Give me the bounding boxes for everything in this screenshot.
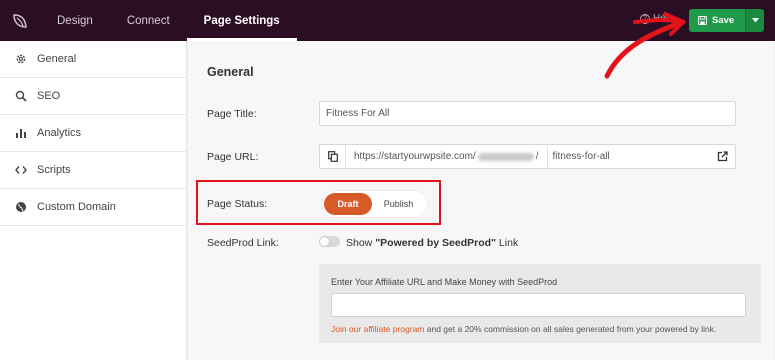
save-label: Save bbox=[712, 15, 735, 26]
open-url-button[interactable] bbox=[717, 151, 735, 162]
powered-by-bold: "Powered by SeedProd" bbox=[375, 237, 497, 249]
copy-url-button[interactable] bbox=[320, 145, 346, 168]
page-title-input[interactable]: Fitness For All bbox=[319, 101, 736, 126]
page-url-base: https://startyourwpsite.com/ bbox=[354, 151, 476, 162]
page-url-slug-input[interactable]: fitness-for-all bbox=[548, 151, 718, 162]
powered-by-toggle-switch[interactable] bbox=[319, 236, 340, 247]
sidebar-item-custom-domain[interactable]: Custom Domain bbox=[0, 189, 186, 226]
sidebar-item-label: Custom Domain bbox=[37, 201, 116, 213]
affiliate-note-text: and get a 20% commission on all sales ge… bbox=[424, 324, 717, 334]
save-button[interactable]: Save bbox=[689, 9, 746, 32]
sidebar-item-label: General bbox=[37, 53, 77, 65]
seedprod-link-label: SeedProd Link: bbox=[207, 237, 279, 249]
page-title-label: Page Title: bbox=[207, 108, 257, 120]
page-url-label: Page URL: bbox=[207, 151, 259, 163]
sidebar-item-general[interactable]: General bbox=[0, 41, 186, 78]
bar-chart-icon bbox=[16, 129, 26, 138]
annotation-arrow bbox=[604, 12, 686, 79]
powered-by-prefix: Show bbox=[346, 237, 376, 249]
sidebar-item-analytics[interactable]: Analytics bbox=[0, 115, 186, 152]
floppy-disk-icon bbox=[698, 16, 707, 25]
highlight-box bbox=[196, 180, 441, 225]
powered-by-suffix: Link bbox=[496, 237, 519, 249]
external-link-icon bbox=[717, 151, 728, 162]
sidebar-item-scripts[interactable]: Scripts bbox=[0, 152, 186, 189]
caret-down-icon bbox=[751, 18, 759, 23]
globe-icon bbox=[16, 202, 26, 212]
save-dropdown-button[interactable] bbox=[745, 9, 765, 32]
page-url-slash: / bbox=[535, 151, 539, 162]
sidebar-item-label: SEO bbox=[37, 90, 61, 102]
affiliate-note: Join our affiliate program and get a 20%… bbox=[331, 324, 716, 334]
general-settings-card: General Page Title: Fitness For All Page… bbox=[188, 41, 774, 360]
settings-sidebar: General SEO Analytics Scripts Custom Dom… bbox=[0, 41, 187, 360]
save-button-group: Save bbox=[689, 9, 765, 32]
gear-icon bbox=[16, 54, 26, 64]
blurred-url-segment bbox=[477, 152, 534, 161]
sidebar-item-seo[interactable]: SEO bbox=[0, 78, 186, 115]
copy-icon bbox=[327, 151, 338, 162]
search-icon bbox=[15, 90, 27, 102]
affiliate-prompt: Enter Your Affiliate URL and Make Money … bbox=[331, 277, 558, 287]
tab-design[interactable]: Design bbox=[40, 0, 110, 41]
sidebar-item-label: Scripts bbox=[37, 164, 71, 176]
settings-main-panel: General Page Title: Fitness For All Page… bbox=[188, 41, 775, 360]
page-url-field: https://startyourwpsite.com/ / fitness-f… bbox=[319, 144, 736, 169]
sidebar-item-label: Analytics bbox=[37, 127, 82, 139]
seedprod-logo-icon[interactable] bbox=[0, 0, 40, 41]
tab-page-settings[interactable]: Page Settings bbox=[186, 0, 297, 41]
affiliate-program-link[interactable]: Join our affiliate program bbox=[331, 324, 424, 334]
page-title-value: Fitness For All bbox=[326, 108, 390, 119]
powered-by-text: Show "Powered by SeedProd" Link bbox=[346, 237, 518, 249]
section-title: General bbox=[207, 65, 254, 79]
code-icon bbox=[15, 166, 27, 174]
affiliate-panel: Enter Your Affiliate URL and Make Money … bbox=[319, 264, 761, 343]
tab-connect[interactable]: Connect bbox=[110, 0, 187, 41]
affiliate-url-input[interactable] bbox=[331, 293, 746, 317]
